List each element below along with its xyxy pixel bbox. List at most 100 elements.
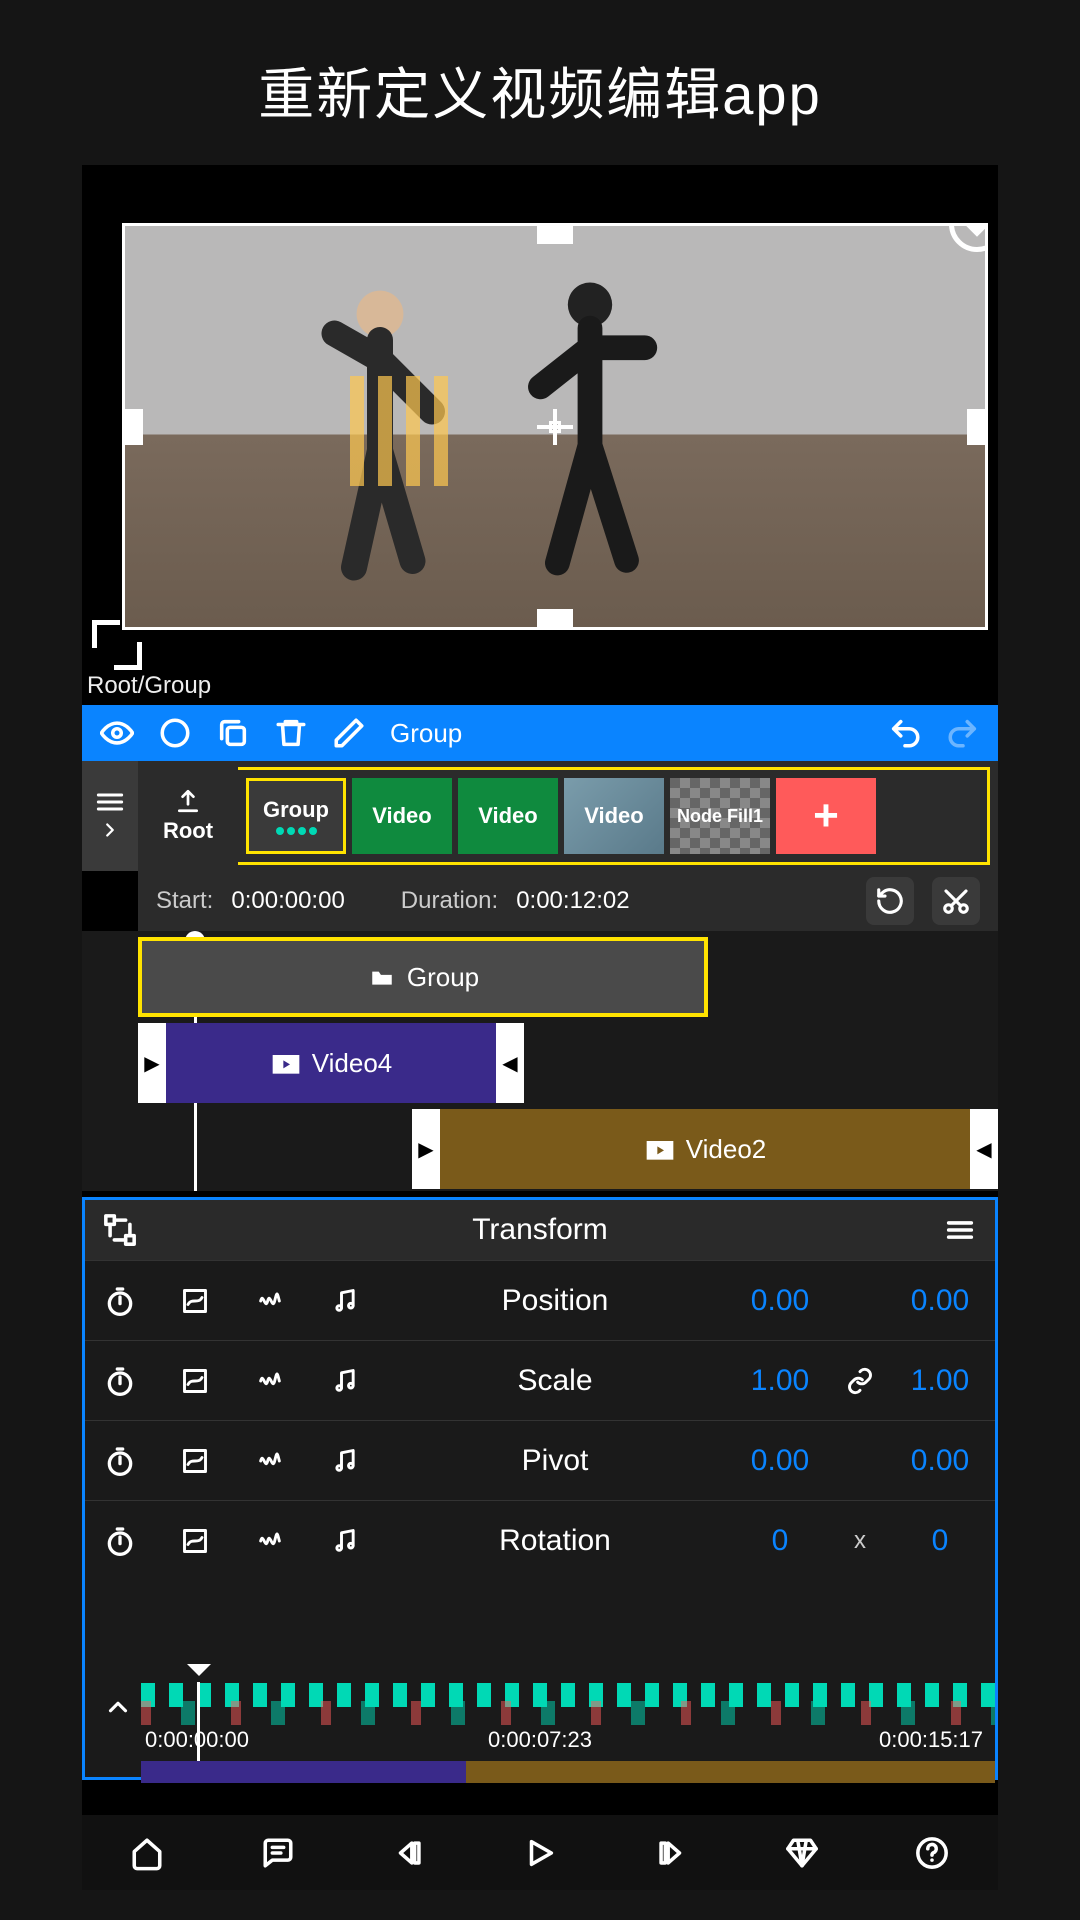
glitch-effect (350, 376, 460, 486)
prop-name: Rotation (385, 1524, 725, 1558)
duration-bar: Start: 0:00:00:00 Duration: 0:00:12:02 (138, 871, 998, 931)
graph-icon[interactable] (155, 1527, 235, 1555)
node-strip: Root Group Video Video Video Node Fill1 … (82, 761, 998, 871)
redo-icon[interactable] (946, 716, 980, 750)
stopwatch-icon[interactable] (85, 1365, 155, 1397)
track-clip-group[interactable]: Group (138, 937, 708, 1017)
video-node-1[interactable]: Video (352, 778, 452, 854)
resize-handle-left[interactable] (122, 409, 143, 445)
prop-value-y[interactable]: 1.00 (885, 1364, 995, 1398)
home-icon[interactable] (130, 1836, 164, 1870)
music-icon[interactable] (305, 1447, 385, 1475)
copy-icon[interactable] (216, 716, 250, 750)
root-node[interactable]: Root (138, 761, 238, 871)
video-icon (644, 1135, 676, 1163)
edit-icon[interactable] (332, 716, 366, 750)
group-node[interactable]: Group (246, 778, 346, 854)
rotation-separator: x (835, 1527, 885, 1555)
cut-button[interactable] (932, 877, 980, 925)
prop-row-position: Position 0.00 0.00 (85, 1260, 995, 1340)
preview-frame[interactable] (122, 223, 988, 630)
prop-value-x[interactable]: 1.00 (725, 1364, 835, 1398)
resize-handle-top[interactable] (537, 223, 573, 244)
circle-icon[interactable] (158, 716, 192, 750)
start-label: Start: (156, 887, 213, 915)
prop-value-y[interactable]: 0.00 (885, 1444, 995, 1478)
side-expand[interactable] (82, 761, 138, 871)
transform-icon[interactable] (103, 1213, 137, 1247)
menu-icon[interactable] (943, 1213, 977, 1247)
root-label: Root (163, 818, 213, 844)
video-node-2[interactable]: Video (458, 778, 558, 854)
resize-handle-bottom[interactable] (537, 609, 573, 630)
transform-header: Transform (85, 1200, 995, 1260)
stopwatch-icon[interactable] (85, 1285, 155, 1317)
track-label: Video2 (686, 1134, 767, 1165)
fullscreen-icon[interactable] (92, 620, 142, 670)
step-forward-icon[interactable] (654, 1836, 688, 1870)
track-label: Group (407, 962, 479, 993)
crosshair-icon[interactable] (537, 409, 573, 445)
graph-icon[interactable] (155, 1367, 235, 1395)
reset-button[interactable] (866, 877, 914, 925)
start-value[interactable]: 0:00:00:00 (231, 887, 344, 915)
resize-handle-right[interactable] (967, 409, 988, 445)
step-back-icon[interactable] (392, 1836, 426, 1870)
time-ruler[interactable]: 0:00:00:00 0:00:07:23 0:00:15:17 (85, 1727, 995, 1759)
wave-icon[interactable] (235, 1527, 305, 1555)
time-label-2: 0:00:07:23 (488, 1727, 592, 1753)
app-window: Root/Group Group Root (82, 165, 998, 1890)
folder-icon (367, 964, 397, 990)
prop-value-x[interactable]: 0 (725, 1524, 835, 1558)
link-icon[interactable] (835, 1367, 885, 1395)
timeline-tracks[interactable]: Group ▶ Video4 ◀ ▶ Video2 ◀ (82, 931, 998, 1191)
time-label-3: 0:00:15:17 (879, 1727, 983, 1753)
prop-row-scale: Scale 1.00 1.00 (85, 1340, 995, 1420)
toolbar-label: Group (390, 718, 462, 749)
visibility-icon[interactable] (100, 716, 134, 750)
trash-icon[interactable] (274, 716, 308, 750)
track-clip-video2[interactable]: Video2 (440, 1109, 970, 1189)
video-icon (270, 1049, 302, 1077)
stopwatch-icon[interactable] (85, 1525, 155, 1557)
track-clip-video4[interactable]: Video4 (166, 1023, 496, 1103)
diamond-icon[interactable] (785, 1836, 819, 1870)
prop-value-x[interactable]: 0.00 (725, 1284, 835, 1318)
clip-handle-left[interactable]: ▶ (412, 1109, 440, 1189)
wave-icon[interactable] (235, 1287, 305, 1315)
graph-icon[interactable] (155, 1447, 235, 1475)
undo-icon[interactable] (888, 716, 922, 750)
video-preview[interactable]: Root/Group (82, 205, 998, 645)
chevron-up-icon[interactable] (103, 1692, 133, 1727)
prop-name: Position (385, 1284, 725, 1318)
wave-icon[interactable] (235, 1447, 305, 1475)
play-icon[interactable] (523, 1836, 557, 1870)
wave-icon[interactable] (235, 1367, 305, 1395)
rotate-handle-icon[interactable] (949, 223, 988, 252)
prop-name: Pivot (385, 1444, 725, 1478)
prop-value-y[interactable]: 0 (885, 1524, 995, 1558)
music-icon[interactable] (305, 1287, 385, 1315)
breadcrumb: Root/Group (87, 672, 211, 700)
marker-row-2 (141, 1701, 995, 1725)
prop-value-y[interactable]: 0.00 (885, 1284, 995, 1318)
thumb-strip (141, 1761, 995, 1783)
clip-handle-right[interactable]: ◀ (496, 1023, 524, 1103)
upload-icon (173, 788, 203, 814)
prop-row-rotation: Rotation 0 x 0 (85, 1500, 995, 1580)
music-icon[interactable] (305, 1527, 385, 1555)
fill-node[interactable]: Node Fill1 (670, 778, 770, 854)
help-icon[interactable] (915, 1836, 949, 1870)
graph-icon[interactable] (155, 1287, 235, 1315)
chevron-right-icon (99, 819, 121, 841)
clip-handle-left[interactable]: ▶ (138, 1023, 166, 1103)
prop-value-x[interactable]: 0.00 (725, 1444, 835, 1478)
comment-icon[interactable] (261, 1836, 295, 1870)
clip-handle-right[interactable]: ◀ (970, 1109, 998, 1189)
music-icon[interactable] (305, 1367, 385, 1395)
time-label-1: 0:00:00:00 (145, 1727, 249, 1753)
video-node-3[interactable]: Video (564, 778, 664, 854)
add-node-button[interactable]: + (776, 778, 876, 854)
stopwatch-icon[interactable] (85, 1445, 155, 1477)
duration-value[interactable]: 0:00:12:02 (516, 887, 629, 915)
